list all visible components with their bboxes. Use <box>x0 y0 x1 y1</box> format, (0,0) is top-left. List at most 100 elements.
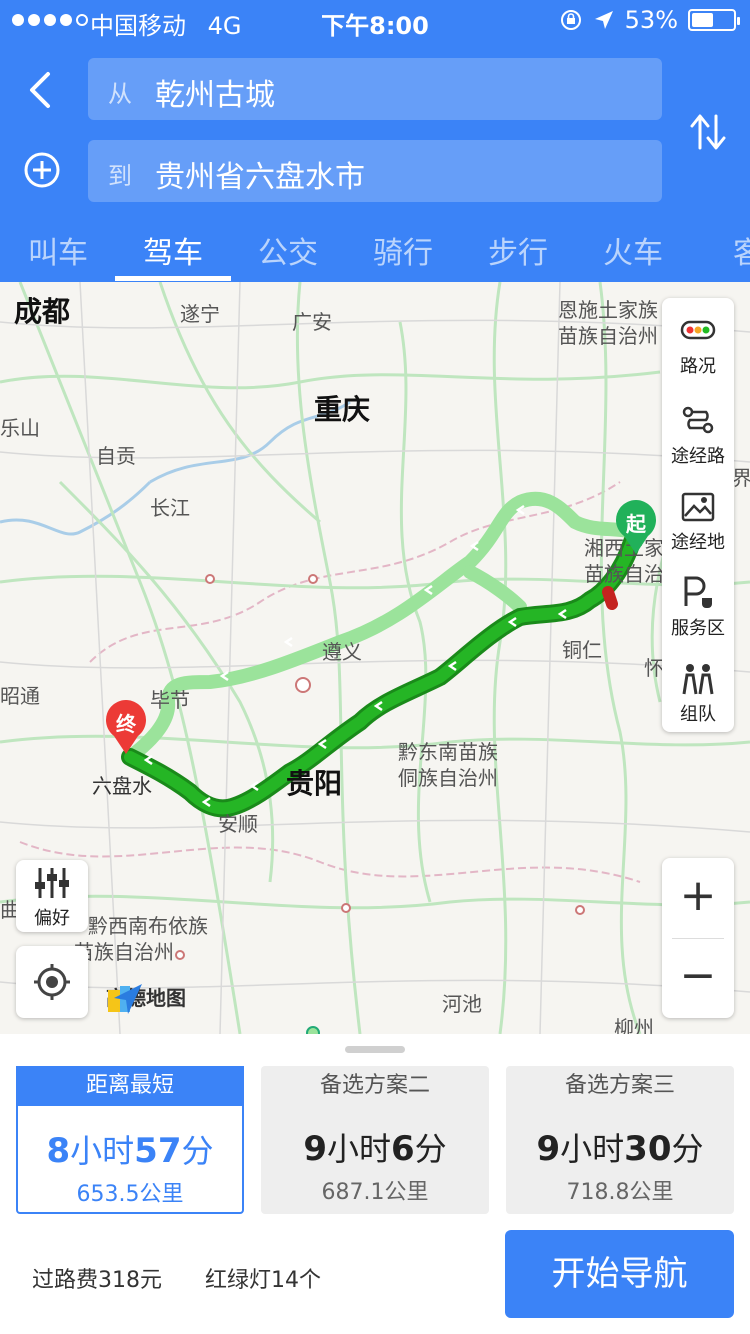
rotation-lock-icon <box>560 10 581 30</box>
amap-logo-icon <box>108 984 142 1014</box>
tab-bike[interactable]: 骑行 <box>345 228 461 272</box>
panel-drag-handle[interactable] <box>345 1046 405 1053</box>
label-tongren: 铜仁 <box>562 638 602 662</box>
locate-button[interactable] <box>16 946 88 1018</box>
duration-hours: 9 <box>536 1129 561 1169</box>
destination-field[interactable]: 到 贵州省六盘水市 <box>88 140 662 202</box>
label-qiandongnan-1: 黔东南苗族 <box>398 740 498 764</box>
route-option-header: 备选方案三 <box>564 1073 675 1098</box>
route-option-duration: 9小时6分 <box>261 1124 489 1170</box>
duration-minute-unit: 分 <box>414 1130 447 1168</box>
duration-minute-unit: 分 <box>671 1130 704 1168</box>
amap-logo: 高德地图 <box>106 982 186 1014</box>
label-enshi-1: 恩施土家族 <box>558 298 658 322</box>
route-option-distance: 653.5公里 <box>76 1182 184 1207</box>
origin-tag: 从 <box>108 80 132 108</box>
origin-value: 乾州古城 <box>155 78 275 113</box>
tab-walk[interactable]: 步行 <box>460 228 576 272</box>
duration-minute-unit: 分 <box>181 1132 214 1170</box>
team-label: 组队 <box>680 704 716 725</box>
traffic-button[interactable]: 路况 <box>662 298 734 384</box>
label-liuzhou: 柳州 <box>614 1016 654 1034</box>
zoom-controls: + − <box>662 858 734 1018</box>
duration-minutes: 6 <box>391 1129 415 1169</box>
route-option-duration: 8小时57分 <box>18 1126 242 1172</box>
label-xiangxi-2: 苗族自治 <box>584 562 664 586</box>
label-anshun: 安顺 <box>218 812 258 836</box>
label-enshi-2: 苗族自治州 <box>558 324 658 348</box>
route-option-header: 距离最短 <box>16 1066 244 1106</box>
tab-bus[interactable]: 公交 <box>230 228 346 272</box>
service-area-button[interactable]: 服务区 <box>662 560 734 646</box>
label-suining: 遂宁 <box>180 302 220 326</box>
back-button[interactable] <box>20 68 60 112</box>
route-option-1[interactable]: 距离最短 8小时57分 653.5公里 <box>16 1066 244 1214</box>
team-icon <box>682 664 714 695</box>
via-place-button[interactable]: 途经地 <box>662 474 734 560</box>
location-arrow-icon <box>594 11 613 29</box>
label-changjiang: 长江 <box>150 496 190 520</box>
traffic-label: 路况 <box>680 356 716 377</box>
battery-level <box>692 13 713 27</box>
preference-button[interactable]: 偏好 <box>16 860 88 932</box>
label-guiyang: 贵阳 <box>286 767 343 800</box>
zoom-divider <box>672 938 724 939</box>
map-view[interactable]: 成都 遂宁 广安 重庆 乐山 自贡 长江 遵义 毕节 昭通 六盘水 安顺 贵阳 … <box>0 282 750 1034</box>
label-leshan: 乐山 <box>0 416 40 440</box>
start-marker[interactable]: 起 <box>614 500 658 556</box>
service-area-label: 服务区 <box>671 618 725 639</box>
end-marker[interactable]: 终 <box>104 700 148 756</box>
map-side-controls: 路况 途经路 途经地 服务区 组队 <box>662 298 734 732</box>
zoom-in-button[interactable]: + <box>662 858 734 938</box>
label-qiannan-1: 黔西南布依族 <box>88 914 208 938</box>
label-zunyi: 遵义 <box>322 640 362 664</box>
traffic-icon <box>680 320 716 340</box>
locate-icon <box>34 964 70 1000</box>
sliders-icon <box>35 868 69 898</box>
label-chengdu: 成都 <box>14 295 71 328</box>
tab-drive[interactable]: 驾车 <box>115 228 231 272</box>
route-panel: 距离最短 8小时57分 653.5公里 备选方案二 9小时6分 687.1公里 … <box>0 1034 750 1334</box>
route-option-duration: 9小时30分 <box>506 1124 734 1170</box>
duration-hour-unit: 小时 <box>326 1130 391 1168</box>
traffic-lights-count: 红绿灯14个 <box>205 1268 321 1293</box>
duration-hour-unit: 小时 <box>560 1130 625 1168</box>
duration-hour-unit: 小时 <box>70 1132 135 1170</box>
add-waypoint-button[interactable] <box>22 150 62 190</box>
label-zhaotong: 昭通 <box>0 684 40 708</box>
duration-hours: 8 <box>46 1131 71 1171</box>
duration-hours: 9 <box>303 1129 327 1169</box>
route-option-3[interactable]: 备选方案三 9小时30分 718.8公里 <box>506 1066 734 1214</box>
status-bar: 中国移动 4G 下午8:00 53% <box>0 0 750 40</box>
tab-taxi[interactable]: 叫车 <box>0 228 116 272</box>
route-option-2[interactable]: 备选方案二 9小时6分 687.1公里 <box>261 1066 489 1214</box>
label-liupanshui: 六盘水 <box>92 774 152 798</box>
duration-minutes: 30 <box>624 1129 672 1169</box>
transport-tabs: 叫车 驾车 公交 骑行 步行 火车 客 <box>0 220 750 282</box>
swap-route-button[interactable] <box>686 110 730 154</box>
start-navigation-button[interactable]: 开始导航 <box>505 1230 734 1318</box>
via-road-label: 途经路 <box>671 446 725 467</box>
via-place-icon <box>681 492 715 522</box>
route-option-distance: 687.1公里 <box>321 1180 429 1205</box>
zoom-out-button[interactable]: − <box>662 938 734 1018</box>
via-road-button[interactable]: 途经路 <box>662 388 734 474</box>
battery-icon <box>688 9 740 31</box>
label-qiannan-2: 苗族自治州 <box>74 940 174 964</box>
start-marker-label: 起 <box>626 512 646 536</box>
origin-field[interactable]: 从 乾州古城 <box>88 58 662 120</box>
route-option-header: 备选方案二 <box>319 1073 430 1098</box>
label-huaihua: 怀 <box>644 656 664 680</box>
via-place-label: 途经地 <box>671 532 725 553</box>
team-button[interactable]: 组队 <box>662 646 734 732</box>
tab-train[interactable]: 火车 <box>575 228 691 272</box>
label-chongqing: 重庆 <box>314 393 371 426</box>
app-root: 中国移动 4G 下午8:00 53% 从 乾州古城 到 贵州省六盘水市 叫车 驾… <box>0 0 750 1334</box>
toll-fees: 过路费318元 <box>32 1268 162 1293</box>
status-right: 53% <box>559 6 740 34</box>
service-area-icon <box>684 576 712 608</box>
route-header: 从 乾州古城 到 贵州省六盘水市 叫车 驾车 公交 骑行 步行 火车 客 <box>0 40 750 282</box>
label-qiandongnan-2: 侗族自治州 <box>398 766 498 790</box>
via-road-icon <box>682 406 714 434</box>
tab-coach[interactable]: 客 <box>690 228 750 272</box>
